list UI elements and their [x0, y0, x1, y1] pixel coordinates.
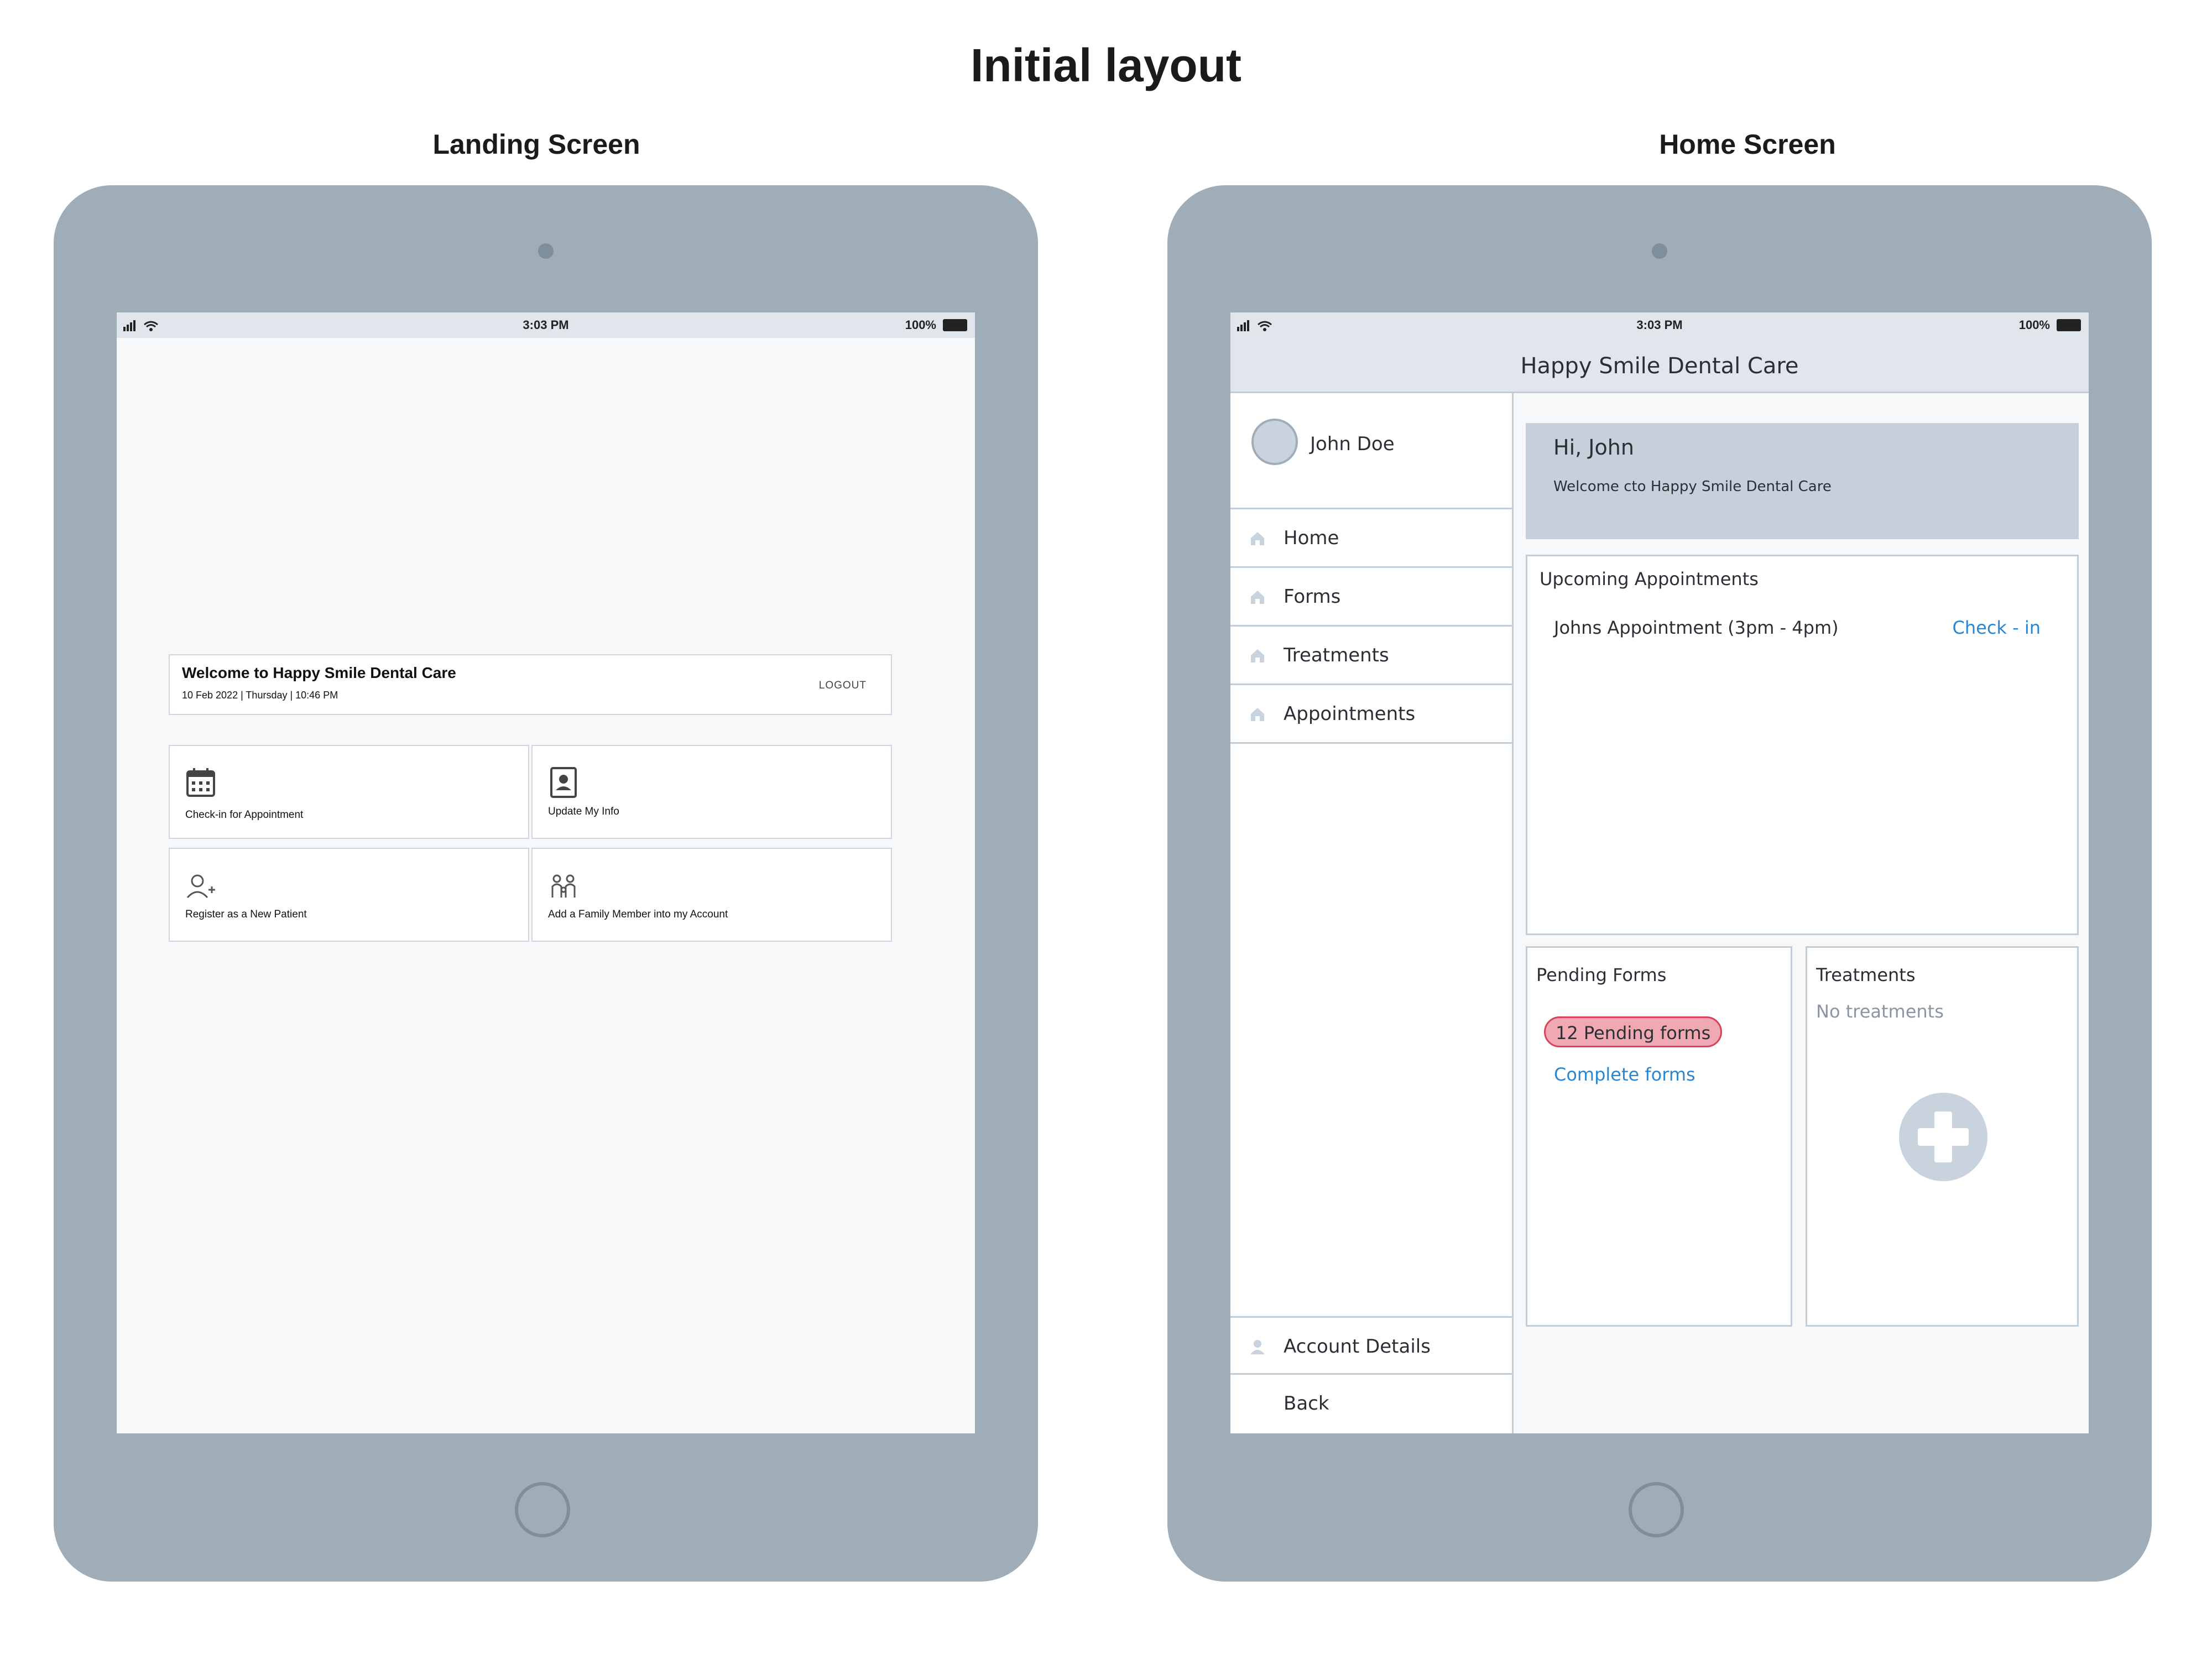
profile-section[interactable]: John Doe [1230, 393, 1512, 509]
logout-button[interactable]: LOGOUT [819, 680, 867, 692]
landing-screen-heading: Landing Screen [432, 129, 640, 160]
medical-cross-icon [1899, 1093, 1987, 1181]
home-icon [1251, 649, 1264, 662]
sidebar-item-label: Appointments [1284, 703, 1416, 725]
tile-update-info[interactable]: Update My Info [531, 745, 892, 839]
appointment-item: Johns Appointment (3pm - 4pm) [1554, 617, 1839, 638]
home-screen: 3:03 PM 100% Happy Smile Dental Care Joh… [1230, 312, 2089, 1433]
card-title: Upcoming Appointments [1540, 568, 1759, 589]
add-user-icon [186, 874, 215, 899]
sidebar-item-account-details[interactable]: Account Details [1230, 1316, 1512, 1375]
check-in-link[interactable]: Check - in [1953, 617, 2041, 638]
sidebar-item-appointments[interactable]: Appointments [1230, 685, 1512, 744]
card-title: Pending Forms [1536, 964, 1667, 985]
treatments-empty-text: No treatments [1816, 1001, 1944, 1022]
sidebar-item-forms[interactable]: Forms [1230, 568, 1512, 627]
page-title: Initial layout [970, 39, 1242, 91]
tile-add-family[interactable]: Add a Family Member into my Account [531, 848, 892, 942]
landing-ipad-frame: 3:03 PM 100% Welcome to Happy Smile Dent… [54, 185, 1038, 1582]
landing-screen: 3:03 PM 100% Welcome to Happy Smile Dent… [117, 312, 975, 1433]
home-icon [1251, 708, 1264, 721]
sidebar-item-label: Home [1284, 527, 1339, 549]
sidebar-item-label: Account Details [1284, 1335, 1431, 1358]
home-ipad-frame: 3:03 PM 100% Happy Smile Dental Care Joh… [1167, 185, 2152, 1582]
pending-forms-card: Pending Forms 12 Pending forms Complete … [1526, 946, 1792, 1327]
profile-name: John Doe [1310, 433, 1395, 455]
app-header: Happy Smile Dental Care [1230, 338, 2089, 393]
ipad-home-button[interactable] [1629, 1482, 1684, 1537]
sidebar-item-home[interactable]: Home [1230, 509, 1512, 568]
welcome-title: Welcome to Happy Smile Dental Care [182, 664, 456, 681]
status-bar: 3:03 PM 100% [117, 312, 975, 338]
calendar-icon [186, 768, 215, 797]
avatar[interactable] [1251, 419, 1298, 465]
battery-icon [2057, 319, 2081, 331]
sidebar-item-label: Forms [1284, 586, 1341, 608]
status-battery-text: 100% [2018, 318, 2050, 332]
tile-label: Update My Info [548, 806, 619, 817]
ipad-home-button[interactable] [515, 1482, 570, 1537]
upcoming-appointments-card: Upcoming Appointments Johns Appointment … [1526, 555, 2079, 935]
sidebar: John Doe Home Forms Treatments Appointme… [1230, 393, 1514, 1433]
tile-register[interactable]: Register as a New Patient [169, 848, 529, 942]
sidebar-item-label: Back [1284, 1392, 1329, 1415]
home-icon [1251, 532, 1264, 545]
pending-forms-badge: 12 Pending forms [1544, 1016, 1723, 1047]
status-battery-text: 100% [905, 318, 936, 332]
tile-label: Register as a New Patient [185, 909, 307, 920]
sidebar-item-label: Treatments [1284, 644, 1389, 666]
sidebar-item-back[interactable]: Back [1230, 1375, 1512, 1433]
family-icon [551, 874, 576, 898]
sidebar-item-treatments[interactable]: Treatments [1230, 627, 1512, 685]
id-badge-icon [550, 767, 577, 798]
tile-check-in[interactable]: Check-in for Appointment [169, 745, 529, 839]
tile-label: Check-in for Appointment [185, 809, 304, 821]
card-title: Treatments [1816, 964, 1916, 985]
treatments-card: Treatments No treatments [1806, 946, 2079, 1327]
status-time: 3:03 PM [523, 318, 569, 332]
greeting-subtitle: Welcome cto Happy Smile Dental Care [1553, 478, 1832, 495]
status-time: 3:03 PM [1636, 318, 1683, 332]
camera-dot [538, 243, 554, 259]
home-icon [1251, 591, 1264, 604]
app-title: Happy Smile Dental Care [1520, 353, 1799, 379]
tile-label: Add a Family Member into my Account [548, 909, 728, 920]
status-bar: 3:03 PM 100% [1230, 312, 2089, 338]
welcome-datetime: 10 Feb 2022 | Thursday | 10:46 PM [182, 690, 338, 701]
greeting-title: Hi, John [1553, 435, 1634, 460]
home-screen-heading: Home Screen [1659, 129, 1836, 160]
battery-icon [943, 319, 967, 331]
welcome-banner: Welcome to Happy Smile Dental Care 10 Fe… [169, 654, 892, 715]
complete-forms-link[interactable]: Complete forms [1554, 1064, 1695, 1085]
camera-dot [1652, 243, 1667, 259]
user-icon [1250, 1340, 1265, 1354]
greeting-card: Hi, John Welcome cto Happy Smile Dental … [1526, 423, 2079, 539]
